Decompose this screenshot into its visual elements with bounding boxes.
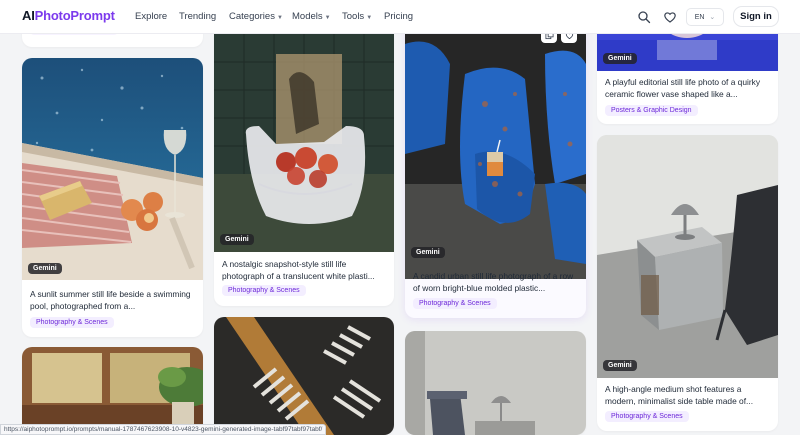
sign-in-button[interactable]: Sign in xyxy=(733,6,779,27)
nav-tools[interactable]: Tools ▼ xyxy=(342,11,372,22)
category-tag[interactable]: Posters & Graphic Design xyxy=(605,105,698,116)
card-image[interactable] xyxy=(214,317,394,435)
nav-categories-label: Categories xyxy=(229,11,275,22)
nav-explore[interactable]: Explore xyxy=(135,11,167,22)
model-badge: Gemini xyxy=(603,53,637,64)
card-description: A sunlit summer still life beside a swim… xyxy=(30,289,191,311)
plastic-bag-image xyxy=(214,34,394,252)
category-tag[interactable]: Photography & Scenes xyxy=(413,298,497,309)
crosswalk-aerial-image xyxy=(214,317,394,435)
caret-down-icon: ▼ xyxy=(276,15,283,21)
logo-ai-text: AI xyxy=(22,8,35,23)
card-image[interactable] xyxy=(405,331,586,435)
model-badge: Gemini xyxy=(411,247,445,258)
room-lamp-image xyxy=(405,331,586,435)
top-navigation: AIPhotoPrompt Explore Trending Categorie… xyxy=(0,0,800,34)
link-status-bar: https://aiphotoprompt.io/prompts/manual-… xyxy=(0,424,327,435)
model-badge: Gemini xyxy=(220,234,254,245)
caret-down-icon: ▼ xyxy=(366,15,373,21)
nav-tools-label: Tools xyxy=(342,11,365,22)
caret-down-icon: ▼ xyxy=(324,15,331,21)
prompt-card-bag[interactable]: Gemini A nostalgic snapshot-style still … xyxy=(214,34,394,306)
category-tag[interactable]: Photography & Scenes xyxy=(30,317,114,328)
prompt-card-crosswalk[interactable] xyxy=(214,317,394,435)
card-image[interactable] xyxy=(597,135,778,378)
nav-categories[interactable]: Categories ▼ xyxy=(229,11,283,22)
language-selector[interactable]: EN ⌄ xyxy=(686,8,724,26)
heart-icon[interactable] xyxy=(663,10,677,24)
card-image[interactable] xyxy=(22,58,203,280)
card-description: A nostalgic snapshot-style still life ph… xyxy=(222,259,375,281)
minimalist-table-image xyxy=(597,135,778,378)
card-image[interactable] xyxy=(405,34,586,279)
prompt-card-pool[interactable]: Gemini A sunlit summer still life beside… xyxy=(22,58,203,337)
card-description: A candid urban still life photograph of … xyxy=(413,271,574,293)
model-badge: Gemini xyxy=(28,263,62,274)
nav-trending[interactable]: Trending xyxy=(179,11,216,22)
prompt-card-table[interactable]: Gemini A high-angle medium shot features… xyxy=(597,135,778,431)
nav-pricing[interactable]: Pricing xyxy=(384,11,413,22)
window-plant-image xyxy=(22,347,203,435)
card-image[interactable] xyxy=(22,347,203,435)
prompt-card-room[interactable] xyxy=(405,331,586,435)
nav-models[interactable]: Models ▼ xyxy=(292,11,331,22)
card-image[interactable] xyxy=(214,34,394,252)
prompt-card-window[interactable] xyxy=(22,347,203,435)
chevron-down-icon: ⌄ xyxy=(709,14,716,21)
card-description: A playful editorial still life photo of … xyxy=(605,77,761,99)
card-description: A high-angle medium shot features a mode… xyxy=(605,384,754,406)
language-label: EN xyxy=(694,13,705,21)
logo-brand-text: PhotoPrompt xyxy=(34,8,115,23)
prompt-card-chairs[interactable]: Gemini A candid urban still life photogr… xyxy=(405,20,586,318)
nav-models-label: Models xyxy=(292,11,323,22)
category-tag[interactable]: Photography & Scenes xyxy=(605,411,689,422)
model-badge: Gemini xyxy=(603,360,637,371)
category-tag[interactable]: Photography & Scenes xyxy=(222,285,306,296)
search-icon[interactable] xyxy=(637,10,651,24)
site-logo[interactable]: AIPhotoPrompt xyxy=(22,8,115,23)
pool-still-life-image xyxy=(22,58,203,280)
blue-chairs-image xyxy=(405,34,586,279)
